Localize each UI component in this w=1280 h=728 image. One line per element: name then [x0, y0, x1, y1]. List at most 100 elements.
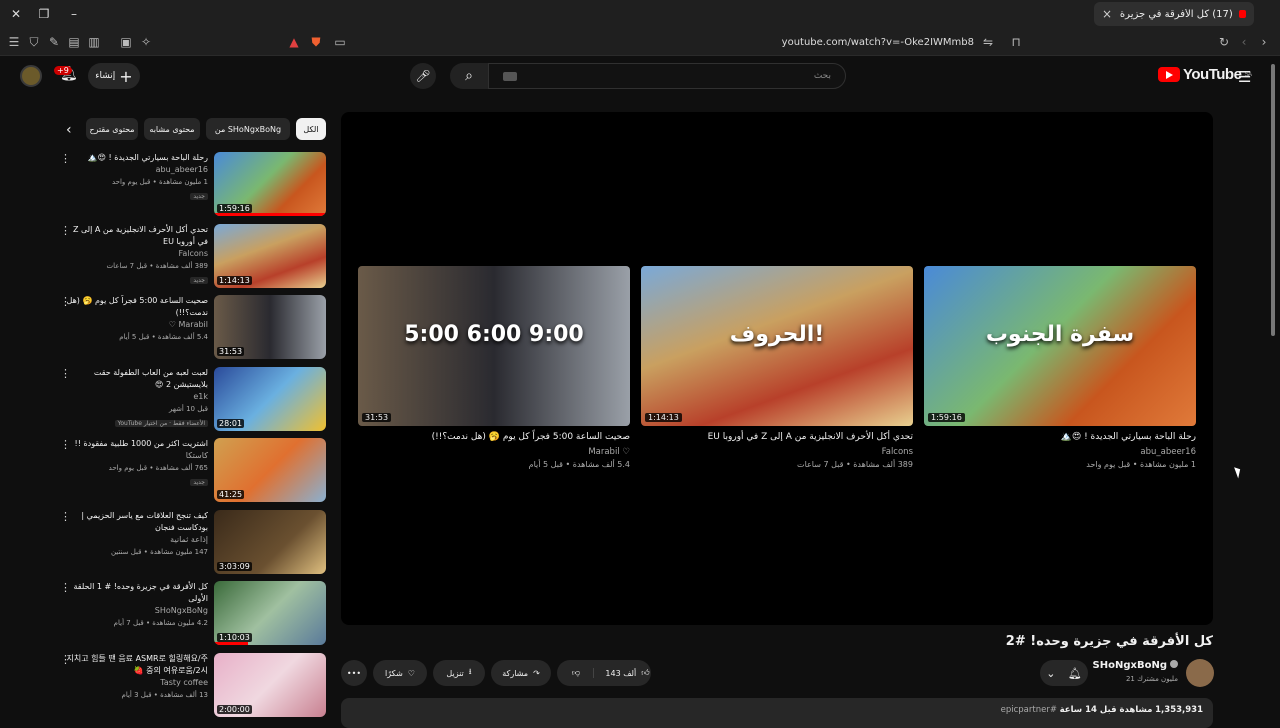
video-title: كل الأفرقة في جزيرة وحده! #2	[1005, 634, 1213, 649]
video-meta: 13 ألف مشاهدة • قبل 3 أيام	[121, 690, 208, 699]
endscreen-channel-name[interactable]: abu_abeer16	[924, 447, 1196, 457]
endscreen-thumbnail[interactable]: سفرة الجنوب 1:59:16	[924, 266, 1196, 426]
thanks-button[interactable]: شكرًا ♡	[373, 660, 427, 686]
back-icon[interactable]: ‹	[1236, 34, 1252, 50]
like-count[interactable]: 143 ألف	[605, 669, 636, 678]
menu-icon[interactable]: ☰	[6, 34, 22, 50]
restore-window-icon[interactable]: ❐	[36, 6, 52, 22]
more-options-icon[interactable]: ⋮	[60, 296, 71, 307]
related-video-item[interactable]: 28:01 لعبت لعبه من العاب الطفولة حقت بلا…	[56, 366, 326, 433]
channel-name[interactable]: إذاعة ثمانية	[64, 534, 208, 546]
browser-tab[interactable]: × (17) كل الأفرقة في جزيرة وحده! #2	[1094, 2, 1254, 26]
channel-name[interactable]: abu_abeer16	[64, 164, 208, 176]
forward-icon[interactable]: ›	[1256, 34, 1272, 50]
account-avatar[interactable]	[20, 65, 42, 87]
channel-name[interactable]: Falcons	[64, 248, 208, 260]
sidebar-icon[interactable]: ▥	[86, 34, 102, 50]
channel-avatar[interactable]	[1186, 659, 1214, 687]
video-thumbnail[interactable]: 41:25	[214, 438, 326, 502]
video-title[interactable]: رحلة الباحة بسيارتي الجديدة ! 😍🏔️	[64, 152, 208, 164]
hashtag[interactable]: #epicpartner	[1001, 705, 1057, 715]
more-options-icon[interactable]: ⋮	[60, 439, 71, 450]
channel-name[interactable]: Tasty coffee	[64, 677, 208, 689]
more-options-icon[interactable]: ⋮	[60, 582, 71, 593]
share-button[interactable]: مشاركة ↷	[491, 660, 551, 686]
video-thumbnail[interactable]: 1:10:03	[214, 581, 326, 645]
chip-from-channel[interactable]: من SHoNgxBoNg	[206, 118, 290, 140]
endscreen-thumbnail[interactable]: 5:00 6:00 9:00 31:53	[358, 266, 630, 426]
more-options-icon[interactable]: ⋮	[60, 153, 71, 164]
channel-name[interactable]: كاستكا	[64, 450, 208, 462]
video-title[interactable]: تحدي أكل الأحرف الانجليزية من A إلى Z في…	[64, 224, 208, 248]
related-video-item[interactable]: 2:00:00 지치고 힘들 땐 음료 ASMR로 힐링해요/주중의 여유로움/…	[56, 652, 326, 719]
page-scrollbar[interactable]	[1271, 56, 1277, 716]
shield-icon[interactable]: ⛉	[26, 34, 42, 50]
tab-close-icon[interactable]: ×	[1102, 7, 1112, 21]
video-thumbnail[interactable]: 31:53	[214, 295, 326, 359]
video-title[interactable]: كل الأفرقة في جزيرة وحده! # 1 الحلقة الأ…	[64, 581, 208, 605]
related-video-item[interactable]: 1:10:03 كل الأفرقة في جزيرة وحده! # 1 ال…	[56, 581, 326, 647]
url-text: youtube.com/watch?v=-Oke2IWMmb8	[781, 36, 974, 48]
thumbnail-overlay-text: الحروف!	[729, 322, 825, 347]
more-options-icon[interactable]: ⋮	[60, 368, 71, 379]
puzzle-icon[interactable]: ✧	[138, 34, 154, 50]
endscreen-video-title[interactable]: تحدي أكل الأحرف الانجليزية من A إلى Z في…	[641, 432, 913, 442]
download-button[interactable]: تنزيل ⭳	[433, 660, 485, 686]
more-options-icon[interactable]: ⋮	[60, 225, 71, 236]
video-info: صحيت الساعة 5:00 فجراً كل يوم 🥱 (هل ندمت…	[64, 295, 208, 343]
endscreen-video-card[interactable]: 5:00 6:00 9:00 31:53 صحيت الساعة 5:00 فج…	[358, 266, 630, 469]
reload-icon[interactable]: ↻	[1216, 34, 1232, 50]
chip-all[interactable]: الكل	[296, 118, 326, 140]
endscreen-channel-name[interactable]: Marabil ♡	[358, 447, 630, 457]
subscribed-button[interactable]: ⌄ 🔔︎	[1040, 660, 1088, 686]
video-thumbnail[interactable]: 1:59:16	[214, 152, 326, 216]
guide-menu-icon[interactable]: ☰	[1238, 68, 1251, 86]
video-meta: 1 مليون مشاهدة • قبل يوم واحد	[111, 178, 208, 186]
related-video-item[interactable]: 3:03:09 كيف تنجح العلاقات مع ياسر الحزيم…	[56, 509, 326, 576]
like-icon[interactable]: 👍︎	[641, 668, 649, 678]
channel-name-link[interactable]: SHoNgxBoNg	[1093, 660, 1178, 671]
related-video-item[interactable]: 1:14:13 تحدي أكل الأحرف الانجليزية من A …	[56, 223, 326, 290]
channel-name[interactable]: Marabil ♡	[64, 319, 208, 331]
chip-related[interactable]: محتوى مشابه	[144, 118, 200, 140]
video-info: اشتريت اكثر من 1000 طلبية مفقودة !! كاست…	[64, 438, 208, 487]
scrollbar-thumb[interactable]	[1271, 64, 1275, 336]
endscreen-video-card[interactable]: سفرة الجنوب 1:59:16 رحلة الباحة بسيارتي …	[924, 266, 1196, 469]
endscreen-video-card[interactable]: الحروف! 1:14:13 تحدي أكل الأحرف الانجليز…	[641, 266, 913, 469]
video-title[interactable]: 지치고 힘들 땐 음료 ASMR로 힐링해요/주중의 여유로움/2시 🍓	[64, 653, 208, 677]
create-button[interactable]: إنشاء +	[88, 63, 140, 89]
endscreen-video-title[interactable]: صحيت الساعة 5:00 فجراً كل يوم 🥱 (هل ندمت…	[358, 432, 630, 442]
channel-name[interactable]: e1k	[64, 391, 208, 403]
endscreen-video-title[interactable]: رحلة الباحة بسيارتي الجديدة ! 😍🏔️	[924, 432, 1196, 442]
related-video-item[interactable]: 31:53 صحيت الساعة 5:00 فجراً كل يوم 🥱 (ه…	[56, 295, 326, 361]
related-video-item[interactable]: 1:59:16 رحلة الباحة بسيارتي الجديدة ! 😍🏔…	[56, 152, 326, 218]
description-box[interactable]: 1,353,931 مشاهدة قبل 14 ساعة #epicpartne…	[341, 698, 1213, 728]
video-title[interactable]: اشتريت اكثر من 1000 طلبية مفقودة !!	[64, 438, 208, 450]
search-button[interactable]: ⌕	[450, 63, 488, 89]
endscreen-thumbnail[interactable]: الحروف! 1:14:13	[641, 266, 913, 426]
video-title[interactable]: لعبت لعبه من العاب الطفولة حقت بلايستيشن…	[64, 367, 208, 391]
keyboard-icon[interactable]	[503, 71, 517, 81]
tabs-icon[interactable]: ▤	[66, 34, 82, 50]
channel-name[interactable]: SHoNgxBoNg	[64, 605, 208, 617]
video-thumbnail[interactable]: 2:00:00	[214, 652, 326, 717]
voice-search-mic-icon[interactable]: 🎤︎	[410, 63, 436, 89]
endscreen-channel-name[interactable]: Falcons	[641, 447, 913, 457]
more-options-icon[interactable]: ⋮	[60, 511, 71, 522]
video-title[interactable]: كيف تنجح العلاقات مع ياسر الحزيمي | بودك…	[64, 510, 208, 534]
video-thumbnail[interactable]: 28:01	[214, 366, 326, 431]
more-options-icon[interactable]: ⋮	[60, 654, 71, 665]
minimize-window-icon[interactable]: –	[66, 6, 82, 22]
extension-icon[interactable]: ✎	[46, 34, 62, 50]
video-title[interactable]: صحيت الساعة 5:00 فجراً كل يوم 🥱 (هل ندمت…	[64, 295, 208, 319]
close-window-icon[interactable]: ✕	[8, 6, 24, 22]
related-video-item[interactable]: 41:25 اشتريت اكثر من 1000 طلبية مفقودة !…	[56, 438, 326, 504]
dislike-button[interactable]: 👎︎	[558, 668, 595, 678]
reader-icon[interactable]: ▣	[118, 34, 134, 50]
search-input[interactable]: بحث	[488, 63, 846, 89]
more-actions-button[interactable]: •••	[341, 660, 367, 686]
url-bar[interactable]: youtube.com/watch?v=-Oke2IWMmb8	[280, 31, 1030, 53]
video-thumbnail[interactable]: 3:03:09	[214, 509, 326, 574]
video-thumbnail[interactable]: 1:14:13	[214, 223, 326, 288]
chip-recommended[interactable]: محتوى مقترح	[86, 118, 138, 140]
